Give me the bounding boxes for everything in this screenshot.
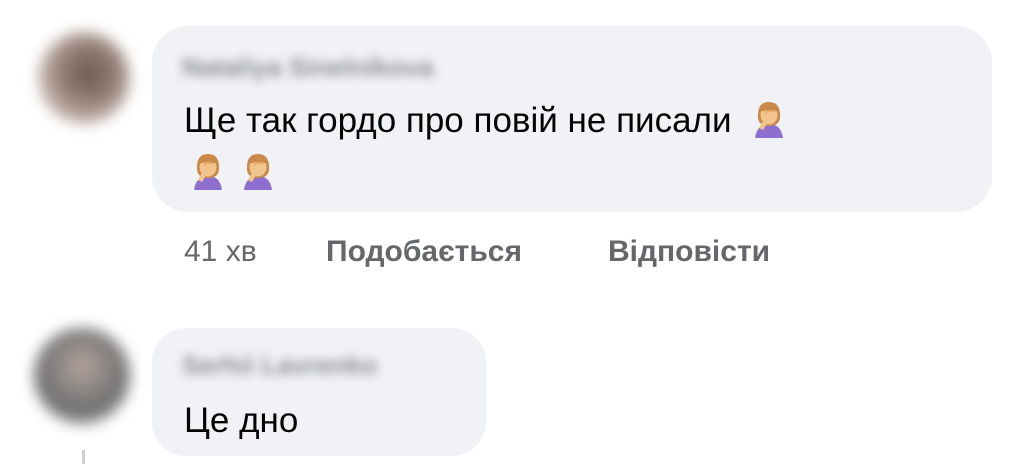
comment-author[interactable]: Nataliya Sinelnikova (182, 52, 433, 83)
avatar[interactable] (38, 32, 130, 124)
comment-text: Це дно (184, 401, 299, 440)
comment-author[interactable]: Serhii Lavrenko (182, 350, 377, 381)
emoji-row (188, 150, 288, 190)
comment-text-content: Ще так гордо про повій не писали (184, 101, 732, 140)
comment-text: Ще так гордо про повій не писали (184, 96, 964, 146)
woman-facepalming-icon (238, 150, 278, 190)
woman-facepalming-icon (749, 98, 789, 138)
woman-facepalming-icon (188, 150, 228, 190)
comment-timestamp[interactable]: 41 хв (184, 232, 257, 272)
comment-bubble: Serhii Lavrenko Це дно (152, 328, 486, 456)
avatar[interactable] (34, 328, 130, 424)
reply-thread-line (82, 450, 85, 464)
reply-button[interactable]: Відповісти (608, 232, 770, 272)
like-button[interactable]: Подобається (326, 232, 522, 272)
comment-bubble: Nataliya Sinelnikova Ще так гордо про по… (152, 26, 992, 212)
